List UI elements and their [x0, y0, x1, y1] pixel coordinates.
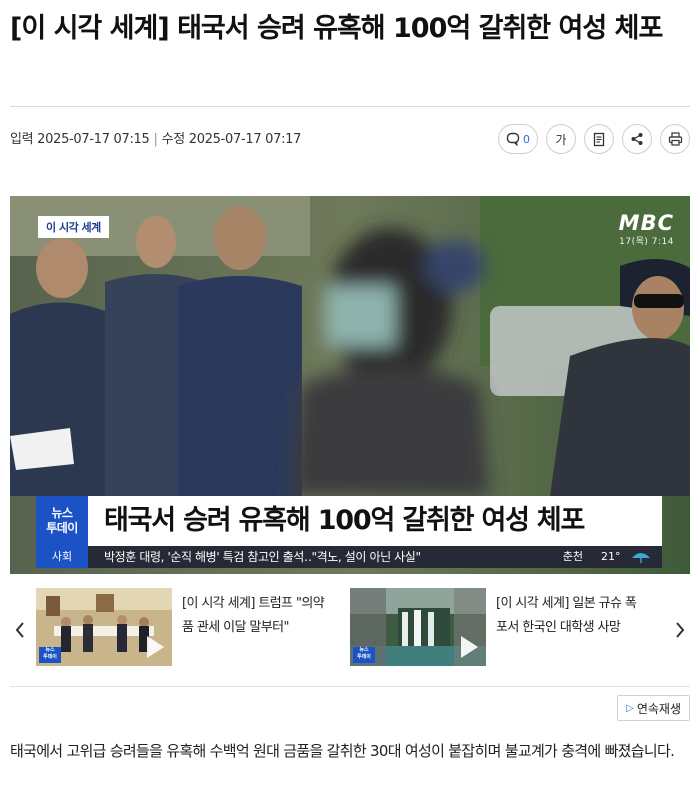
play-icon — [147, 636, 164, 658]
play-triangle-icon: ▷ — [626, 702, 634, 714]
comment-button[interactable]: 0 — [498, 124, 538, 154]
comment-count: 0 — [523, 132, 530, 146]
related-thumbnail: 뉴스 투데이 — [36, 588, 172, 666]
share-icon — [631, 133, 643, 145]
published-time: 입력 2025-07-17 07:15 — [10, 132, 150, 147]
comment-icon — [506, 132, 520, 146]
weather-temp: 21° — [601, 550, 621, 563]
chevron-right-icon — [676, 622, 685, 638]
mbc-logo: MBC — [618, 211, 674, 235]
article-meta: 입력 2025-07-17 07:15 | 수정 2025-07-17 07:17 — [10, 132, 302, 147]
article-body: 태국에서 고위급 승려들을 유혹해 수백억 원대 금품을 갈취한 30대 여성이… — [10, 742, 675, 760]
bookmark-icon — [593, 132, 605, 146]
ticker-weather: 춘천 21° — [563, 546, 652, 568]
chevron-left-icon — [15, 622, 24, 638]
program-badge-mini: 뉴스 투데이 — [353, 647, 375, 663]
autoplay-label: 연속재생 — [636, 701, 681, 716]
next-arrow[interactable] — [670, 616, 690, 644]
autoplay-button[interactable]: ▷ 연속재생 — [617, 695, 690, 721]
print-button[interactable] — [660, 124, 690, 154]
weather-city: 춘천 — [562, 550, 583, 563]
related-title[interactable]: [이 시각 세계] 일본 규슈 폭포서 한국인 대학생 사망 — [496, 588, 646, 666]
news-ticker: 사회 박정훈 대령, '순직 해병' 특검 참고인 출석‥"격노, 설이 아닌 … — [36, 546, 662, 568]
article-toolbar: 0 가 — [498, 124, 690, 154]
program-badge: 뉴스 투데이 — [36, 496, 88, 546]
font-size-button[interactable]: 가 — [546, 124, 576, 154]
ticker-section: 사회 — [36, 546, 88, 568]
share-button[interactable] — [622, 124, 652, 154]
print-icon — [668, 132, 682, 146]
bookmark-button[interactable] — [584, 124, 614, 154]
video-player[interactable]: 이 시각 세계 MBC 17(목) 7:14 뉴스 투데이 태국서 승려 유혹해… — [10, 196, 690, 574]
umbrella-icon — [632, 553, 650, 563]
program-badge-mini: 뉴스 투데이 — [39, 647, 61, 663]
play-icon — [461, 636, 478, 658]
divider — [10, 686, 690, 687]
related-title[interactable]: [이 시각 세계] 트럼프 "의약품 관세 이달 말부터" — [182, 588, 332, 666]
related-thumbnail: 뉴스 투데이 — [350, 588, 486, 666]
font-size-icon: 가 — [555, 132, 567, 147]
ticker-headline: 박정훈 대령, '순직 해병' 특검 참고인 출석‥"격노, 설이 아닌 사실" — [104, 550, 421, 564]
related-videos: 뉴스 투데이 [이 시각 세계] 트럼프 "의약품 관세 이달 말부터" 뉴스 투데… — [10, 588, 690, 674]
updated-time: 수정 2025-07-17 07:17 — [161, 132, 302, 147]
divider — [10, 106, 690, 107]
broadcaster-logo: MBC 17(목) 7:14 — [619, 212, 674, 247]
related-card[interactable]: 뉴스 투데이 [이 시각 세계] 일본 규슈 폭포서 한국인 대학생 사망 — [350, 588, 646, 666]
caption-bar: 뉴스 투데이 태국서 승려 유혹해 100억 갈취한 여성 체포 — [36, 496, 662, 546]
related-card[interactable]: 뉴스 투데이 [이 시각 세계] 트럼프 "의약품 관세 이달 말부터" — [36, 588, 332, 666]
broadcast-time: 17(목) 7:14 — [619, 237, 674, 247]
segment-tag: 이 시각 세계 — [38, 216, 109, 238]
article-title: [이 시각 세계] 태국서 승려 유혹해 100억 갈취한 여성 체포 — [10, 13, 663, 44]
video-caption: 태국서 승려 유혹해 100억 갈취한 여성 체포 — [104, 505, 585, 536]
prev-arrow[interactable] — [10, 616, 30, 644]
